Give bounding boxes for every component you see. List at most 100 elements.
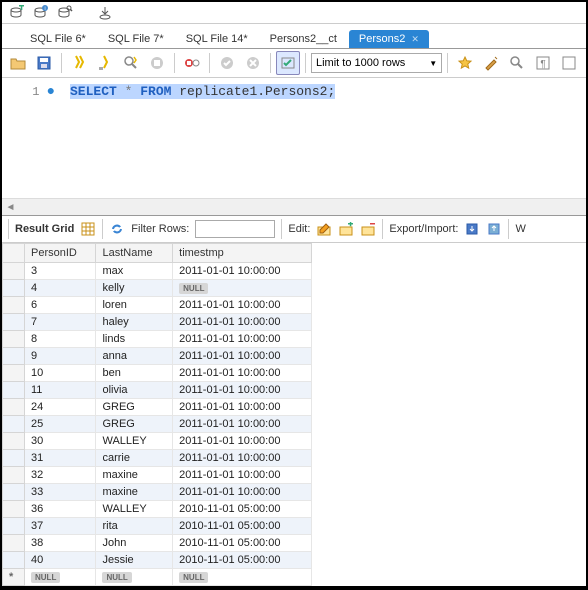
cell[interactable]: 31: [25, 450, 96, 467]
cell[interactable]: NULL: [173, 280, 312, 297]
cell[interactable]: 4: [25, 280, 96, 297]
cell[interactable]: 7: [25, 314, 96, 331]
cell[interactable]: 8: [25, 331, 96, 348]
column-header[interactable]: LastName: [96, 244, 173, 263]
row-header[interactable]: [3, 348, 25, 365]
export-icon[interactable]: [464, 221, 480, 237]
row-header[interactable]: [3, 467, 25, 484]
row-header[interactable]: [3, 280, 25, 297]
table-row[interactable]: 8linds2011-01-01 10:00:00: [3, 331, 312, 348]
row-header[interactable]: [3, 433, 25, 450]
cell[interactable]: haley: [96, 314, 173, 331]
cell[interactable]: 30: [25, 433, 96, 450]
table-row[interactable]: 11olivia2011-01-01 10:00:00: [3, 382, 312, 399]
tab-sql-file-14-[interactable]: SQL File 14*: [176, 30, 258, 48]
table-row[interactable]: 10ben2011-01-01 10:00:00: [3, 365, 312, 382]
table-row[interactable]: 3max2011-01-01 10:00:00: [3, 263, 312, 280]
cell[interactable]: WALLEY: [96, 501, 173, 518]
cell[interactable]: 2010-11-01 05:00:00: [173, 535, 312, 552]
rollback-button[interactable]: [241, 51, 265, 75]
result-grid[interactable]: PersonIDLastNametimestmp 3max2011-01-01 …: [2, 243, 586, 586]
cell[interactable]: 2011-01-01 10:00:00: [173, 433, 312, 450]
wrap-button[interactable]: [557, 51, 581, 75]
stop-on-error-button[interactable]: [180, 51, 204, 75]
tab-sql-file-6-[interactable]: SQL File 6*: [20, 30, 96, 48]
tab-persons2--ct[interactable]: Persons2__ct: [260, 30, 347, 48]
table-row[interactable]: 6loren2011-01-01 10:00:00: [3, 297, 312, 314]
cell[interactable]: 33: [25, 484, 96, 501]
cell[interactable]: 10: [25, 365, 96, 382]
commit-button[interactable]: [215, 51, 239, 75]
row-header[interactable]: [3, 501, 25, 518]
tab-sql-file-7-[interactable]: SQL File 7*: [98, 30, 174, 48]
cell[interactable]: WALLEY: [96, 433, 173, 450]
delete-row-icon[interactable]: [360, 221, 376, 237]
cell[interactable]: linds: [96, 331, 173, 348]
cell[interactable]: John: [96, 535, 173, 552]
beautify-button[interactable]: [479, 51, 503, 75]
cell[interactable]: kelly: [96, 280, 173, 297]
cell[interactable]: maxine: [96, 484, 173, 501]
cell[interactable]: 36: [25, 501, 96, 518]
db-search-icon[interactable]: [56, 4, 74, 22]
cell[interactable]: NULL: [25, 569, 96, 586]
sql-code[interactable]: SELECT * FROM replicate1.Persons2;: [64, 78, 586, 198]
row-header[interactable]: [3, 552, 25, 569]
column-header[interactable]: timestmp: [173, 244, 312, 263]
cell[interactable]: 2011-01-01 10:00:00: [173, 263, 312, 280]
execute-button[interactable]: [67, 51, 91, 75]
row-limit-dropdown[interactable]: Limit to 1000 rows▼: [311, 53, 442, 73]
cell[interactable]: maxine: [96, 467, 173, 484]
save-file-button[interactable]: [32, 51, 56, 75]
cell[interactable]: 2010-11-01 05:00:00: [173, 501, 312, 518]
tab-persons2[interactable]: Persons2✕: [349, 30, 429, 48]
cell[interactable]: Jessie: [96, 552, 173, 569]
table-row[interactable]: 4kellyNULL: [3, 280, 312, 297]
refresh-icon[interactable]: [109, 221, 125, 237]
cell[interactable]: 40: [25, 552, 96, 569]
table-row[interactable]: 40Jessie2010-11-01 05:00:00: [3, 552, 312, 569]
show-invisible-button[interactable]: ¶: [531, 51, 555, 75]
table-row[interactable]: 37rita2010-11-01 05:00:00: [3, 518, 312, 535]
cell[interactable]: max: [96, 263, 173, 280]
cell[interactable]: 38: [25, 535, 96, 552]
editor-scrollbar[interactable]: ◄: [2, 198, 586, 215]
row-header[interactable]: [3, 535, 25, 552]
cell[interactable]: 2011-01-01 10:00:00: [173, 450, 312, 467]
favorites-button[interactable]: [453, 51, 477, 75]
close-icon[interactable]: ✕: [411, 34, 419, 44]
cell[interactable]: olivia: [96, 382, 173, 399]
cell[interactable]: 6: [25, 297, 96, 314]
stop-button[interactable]: [145, 51, 169, 75]
cell[interactable]: 24: [25, 399, 96, 416]
add-row-icon[interactable]: [338, 221, 354, 237]
cell[interactable]: 2011-01-01 10:00:00: [173, 331, 312, 348]
open-file-button[interactable]: [6, 51, 30, 75]
cell[interactable]: GREG: [96, 399, 173, 416]
cell[interactable]: 3: [25, 263, 96, 280]
row-header[interactable]: [3, 399, 25, 416]
table-row[interactable]: 38John2010-11-01 05:00:00: [3, 535, 312, 552]
table-row[interactable]: 32maxine2011-01-01 10:00:00: [3, 467, 312, 484]
table-row[interactable]: 36WALLEY2010-11-01 05:00:00: [3, 501, 312, 518]
filter-input[interactable]: [195, 220, 275, 238]
cell[interactable]: rita: [96, 518, 173, 535]
commit-icon[interactable]: [96, 4, 114, 22]
explain-button[interactable]: [119, 51, 143, 75]
cell[interactable]: 2011-01-01 10:00:00: [173, 382, 312, 399]
cell[interactable]: 2011-01-01 10:00:00: [173, 314, 312, 331]
cell[interactable]: GREG: [96, 416, 173, 433]
row-header[interactable]: [3, 484, 25, 501]
row-header[interactable]: [3, 450, 25, 467]
cell[interactable]: loren: [96, 297, 173, 314]
cell[interactable]: 2011-01-01 10:00:00: [173, 467, 312, 484]
cell[interactable]: 2011-01-01 10:00:00: [173, 297, 312, 314]
cell[interactable]: NULL: [173, 569, 312, 586]
row-header[interactable]: [3, 263, 25, 280]
import-icon[interactable]: [486, 221, 502, 237]
table-row[interactable]: 25GREG2011-01-01 10:00:00: [3, 416, 312, 433]
row-header[interactable]: [3, 314, 25, 331]
cell[interactable]: 9: [25, 348, 96, 365]
cell[interactable]: 2011-01-01 10:00:00: [173, 416, 312, 433]
table-row[interactable]: 7haley2011-01-01 10:00:00: [3, 314, 312, 331]
